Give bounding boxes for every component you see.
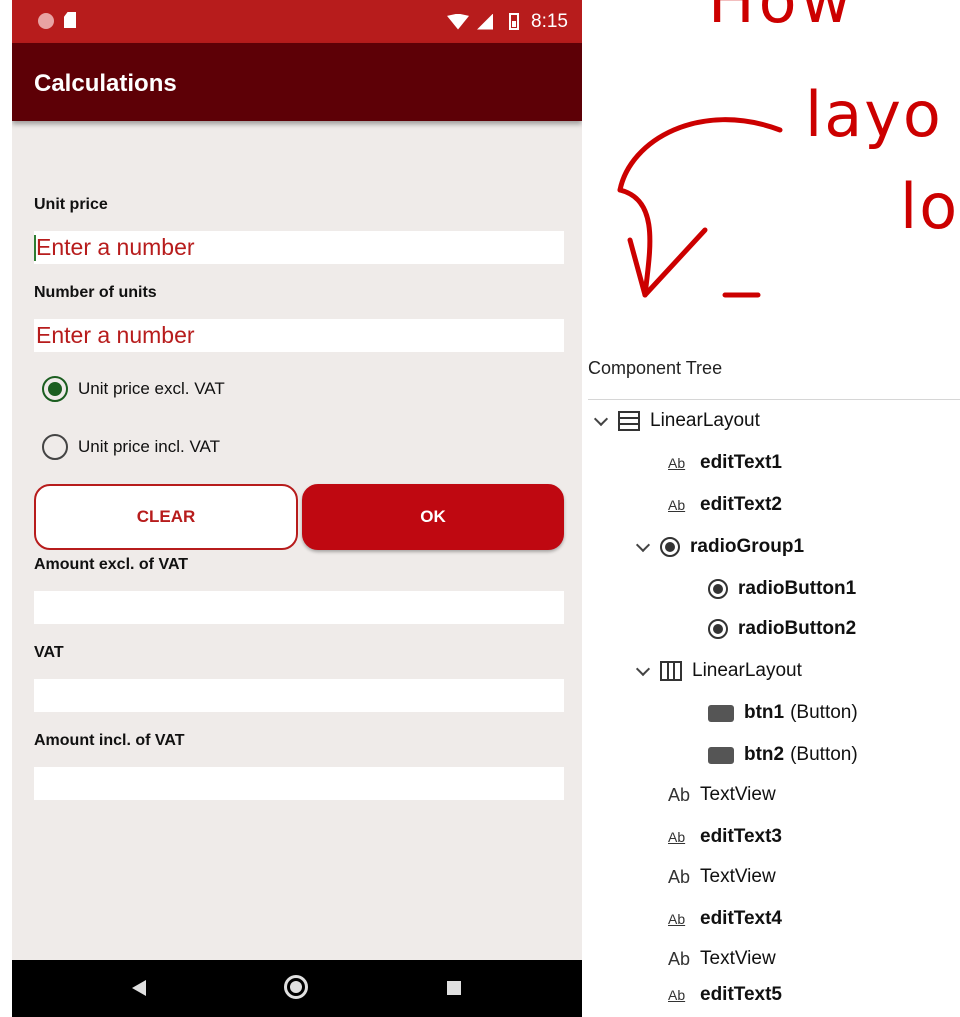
tree-node-label: radioGroup1 xyxy=(690,536,805,557)
tree-node-linearlayout-root[interactable]: LinearLayout xyxy=(594,401,760,441)
radio-excl-vat[interactable]: Unit price excl. VAT xyxy=(42,372,225,406)
unit-price-field-wrap xyxy=(34,231,564,264)
battery-icon xyxy=(509,13,520,30)
radio-group-icon xyxy=(660,537,680,557)
annotation-arrow-icon xyxy=(617,117,783,298)
tree-node-edittext3[interactable]: Ab editText3 xyxy=(668,817,782,857)
status-bar: 8:15 xyxy=(12,0,582,43)
units-field-wrap xyxy=(34,319,564,352)
signal-icon xyxy=(477,13,494,30)
tree-node-label: editText2 xyxy=(700,494,783,515)
amount-incl-field-wrap xyxy=(34,767,564,800)
tree-node-label: LinearLayout xyxy=(692,660,802,681)
tree-node-label: TextView xyxy=(700,948,776,969)
vat-label: VAT xyxy=(34,644,64,661)
tree-node-textview-3[interactable]: Ab TextView xyxy=(668,939,776,979)
unit-price-label: Unit price xyxy=(34,196,108,213)
vat-input[interactable] xyxy=(34,679,564,712)
home-icon[interactable] xyxy=(284,975,308,999)
status-time: 8:15 xyxy=(531,10,568,32)
chevron-down-icon[interactable] xyxy=(636,664,650,678)
text-view-icon: Ab xyxy=(668,948,691,969)
tree-node-edittext1[interactable]: Ab editText1 xyxy=(668,443,782,483)
notification-dot-icon xyxy=(38,13,54,29)
tree-node-radiobutton1[interactable]: radioButton1 xyxy=(708,569,856,609)
tree-node-linearlayout-horizontal[interactable]: LinearLayout xyxy=(636,651,802,691)
amount-incl-input[interactable] xyxy=(34,767,564,800)
radio-incl-vat[interactable]: Unit price incl. VAT xyxy=(42,430,220,464)
edit-text-icon: Ab xyxy=(668,455,686,471)
tree-node-label: editText3 xyxy=(700,826,783,847)
clear-button[interactable]: CLEAR xyxy=(34,484,298,550)
tree-node-edittext4[interactable]: Ab editText4 xyxy=(668,899,782,939)
radio-button-icon xyxy=(708,579,728,599)
tree-node-type: (Button) xyxy=(790,702,858,723)
amount-excl-label: Amount excl. of VAT xyxy=(34,556,189,573)
component-tree-header: Component Tree xyxy=(588,340,960,400)
tree-node-label: LinearLayout xyxy=(650,410,760,431)
chevron-down-icon[interactable] xyxy=(594,414,608,428)
radio-excl-vat-label: Unit price excl. VAT xyxy=(78,379,225,398)
sd-card-icon xyxy=(64,12,76,28)
tree-node-label: btn2 xyxy=(744,744,785,765)
tree-node-radiogroup1[interactable]: radioGroup1 xyxy=(636,527,804,567)
tree-node-textview-1[interactable]: Ab TextView xyxy=(668,775,776,815)
button-icon xyxy=(708,704,734,722)
button-icon xyxy=(708,746,734,764)
tree-node-label: editText4 xyxy=(700,908,783,929)
tree-node-label: TextView xyxy=(700,866,776,887)
tree-node-label: editText1 xyxy=(700,452,783,473)
phone-screen: 8:15 Calculations Unit price Number of u… xyxy=(12,0,582,1017)
ok-button[interactable]: OK xyxy=(302,484,564,550)
vat-field-wrap xyxy=(34,679,564,712)
tree-node-btn2[interactable]: btn2 (Button) xyxy=(708,735,858,775)
edit-text-icon: Ab xyxy=(668,497,686,513)
tree-node-radiobutton2[interactable]: radioButton2 xyxy=(708,609,856,649)
back-icon[interactable] xyxy=(132,980,146,996)
radio-checked-icon xyxy=(42,376,68,402)
annotation-line-3: lo xyxy=(900,170,960,243)
tree-node-edittext5[interactable]: Ab editText5 xyxy=(668,975,782,1015)
wifi-icon xyxy=(447,13,470,30)
edit-text-icon: Ab xyxy=(668,829,686,845)
recent-apps-icon[interactable] xyxy=(447,981,461,995)
units-label: Number of units xyxy=(34,284,157,301)
tree-node-btn1[interactable]: btn1 (Button) xyxy=(708,693,858,733)
unit-price-input[interactable] xyxy=(34,231,564,264)
text-view-icon: Ab xyxy=(668,866,691,887)
chevron-down-icon[interactable] xyxy=(636,540,650,554)
radio-incl-vat-label: Unit price incl. VAT xyxy=(78,437,221,456)
tree-node-label: radioButton2 xyxy=(738,618,857,639)
navigation-bar xyxy=(12,960,582,1017)
text-view-icon: Ab xyxy=(668,784,691,805)
tree-node-label: TextView xyxy=(700,784,776,805)
edit-text-icon: Ab xyxy=(668,987,686,1003)
linear-layout-vertical-icon xyxy=(618,411,640,431)
units-input[interactable] xyxy=(34,319,564,352)
amount-excl-input[interactable] xyxy=(34,591,564,624)
app-title: Calculations xyxy=(34,70,177,97)
annotation-line-1: How xyxy=(708,0,856,37)
amount-excl-field-wrap xyxy=(34,591,564,624)
component-tree-title: Component Tree xyxy=(588,358,723,378)
status-right: 8:15 xyxy=(447,0,568,43)
tree-node-label: radioButton1 xyxy=(738,578,857,599)
tree-node-label: btn1 xyxy=(744,702,785,723)
tree-node-type: (Button) xyxy=(790,744,858,765)
tree-node-edittext2[interactable]: Ab editText2 xyxy=(668,485,782,525)
amount-incl-label: Amount incl. of VAT xyxy=(34,732,185,749)
tree-node-label: editText5 xyxy=(700,984,783,1005)
radio-button-icon xyxy=(708,619,728,639)
radio-unchecked-icon xyxy=(42,434,68,460)
app-bar: Calculations xyxy=(12,43,582,121)
tree-node-textview-2[interactable]: Ab TextView xyxy=(668,857,776,897)
edit-text-icon: Ab xyxy=(668,911,686,927)
linear-layout-horizontal-icon xyxy=(660,661,682,681)
